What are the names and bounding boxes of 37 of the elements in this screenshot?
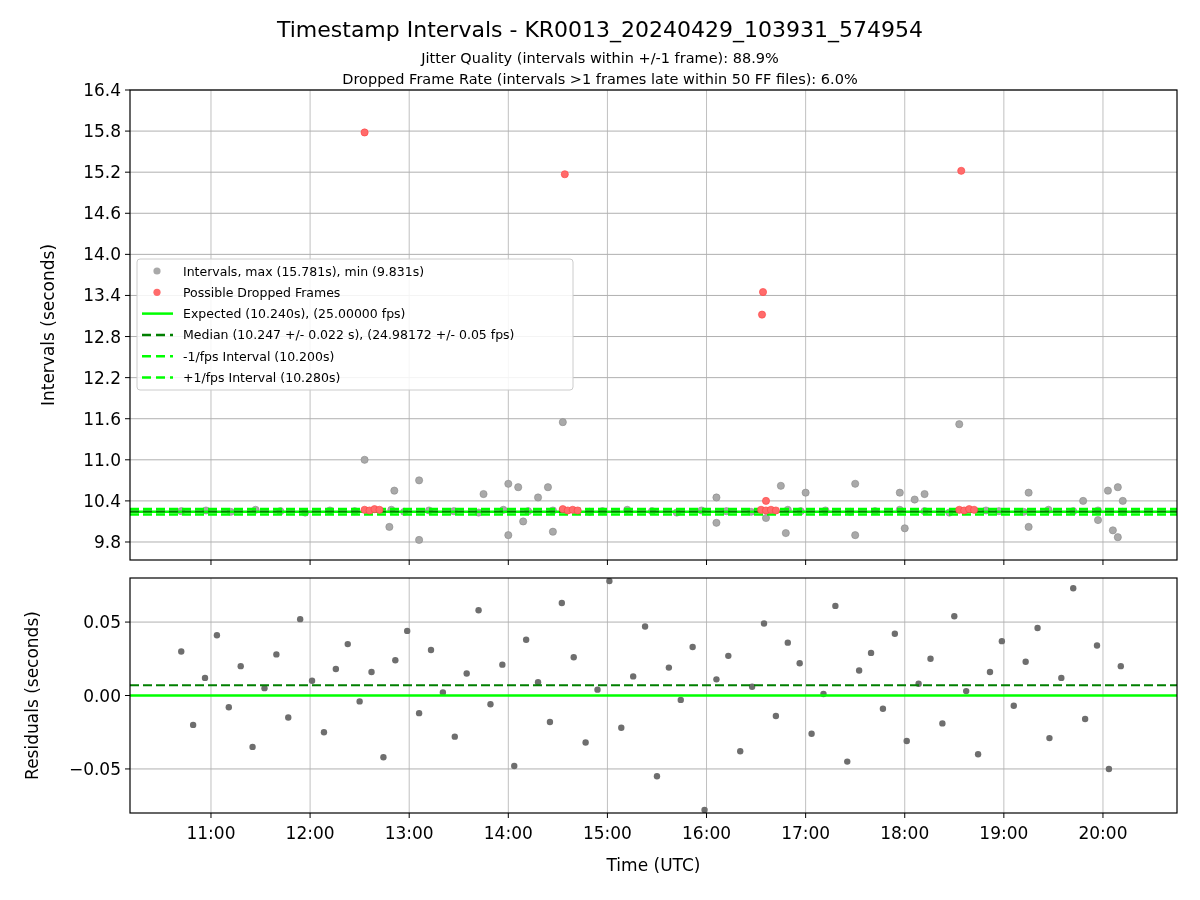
chart-subtitle: Jitter Quality (intervals within +/-1 frame): 88.9% <box>421 50 779 66</box>
axis-label: Time (UTC) <box>606 855 701 875</box>
tick-label: 11:00 <box>186 823 236 843</box>
tick-label: 19:00 <box>979 823 1029 843</box>
tick-label: 14:00 <box>483 823 533 843</box>
legend-label: Expected (10.240s), (25.00000 fps) <box>183 306 406 322</box>
tick-label: 0.00 <box>83 685 121 706</box>
chart-title: Timestamp Intervals - KR0013_20240429_103931_574954 <box>276 17 924 42</box>
tick-label: 15:00 <box>582 823 632 843</box>
tick-label: 12.2 <box>83 367 121 388</box>
tick-label: 9.8 <box>93 532 121 552</box>
tick-label: 12:00 <box>285 823 335 843</box>
axis-label: Intervals (seconds) <box>38 243 58 407</box>
axis-label: Residuals (seconds) <box>22 611 42 780</box>
tick-label: 11.0 <box>83 449 121 470</box>
tick-label: 20:00 <box>1078 823 1128 843</box>
tick-label: 13:00 <box>384 823 434 843</box>
legend-label: Intervals, max (15.781s), min (9.831s) <box>183 263 425 279</box>
tick-label: 16.4 <box>83 80 121 100</box>
tick-label: 10.4 <box>83 490 121 511</box>
tick-label: 11.6 <box>83 408 121 429</box>
legend-label: +1/fps Interval (10.280s) <box>183 370 341 385</box>
tick-label: −0.05 <box>68 758 121 779</box>
tick-label: 14.6 <box>83 203 121 224</box>
tick-label: 18:00 <box>880 823 930 843</box>
legend-label: -1/fps Interval (10.200s) <box>183 348 335 364</box>
legend-label: Median (10.247 +/- 0.022 s), (24.98172 +/- 0.05 fps) <box>183 327 515 343</box>
tick-label: 17:00 <box>781 823 831 843</box>
tick-label: 15.2 <box>83 162 121 183</box>
tick-label: 14.0 <box>83 244 121 265</box>
legend-label: Possible Dropped Frames <box>183 284 341 300</box>
chart-subtitle: Dropped Frame Rate (intervals >1 frames late within 50 FF files): 6.0% <box>342 71 858 87</box>
tick-label: 16:00 <box>682 823 731 843</box>
tick-label: 15.8 <box>83 121 121 142</box>
tick-label: 0.05 <box>83 612 121 633</box>
tick-label: 13.4 <box>83 285 121 306</box>
tick-label: 12.8 <box>83 326 121 347</box>
